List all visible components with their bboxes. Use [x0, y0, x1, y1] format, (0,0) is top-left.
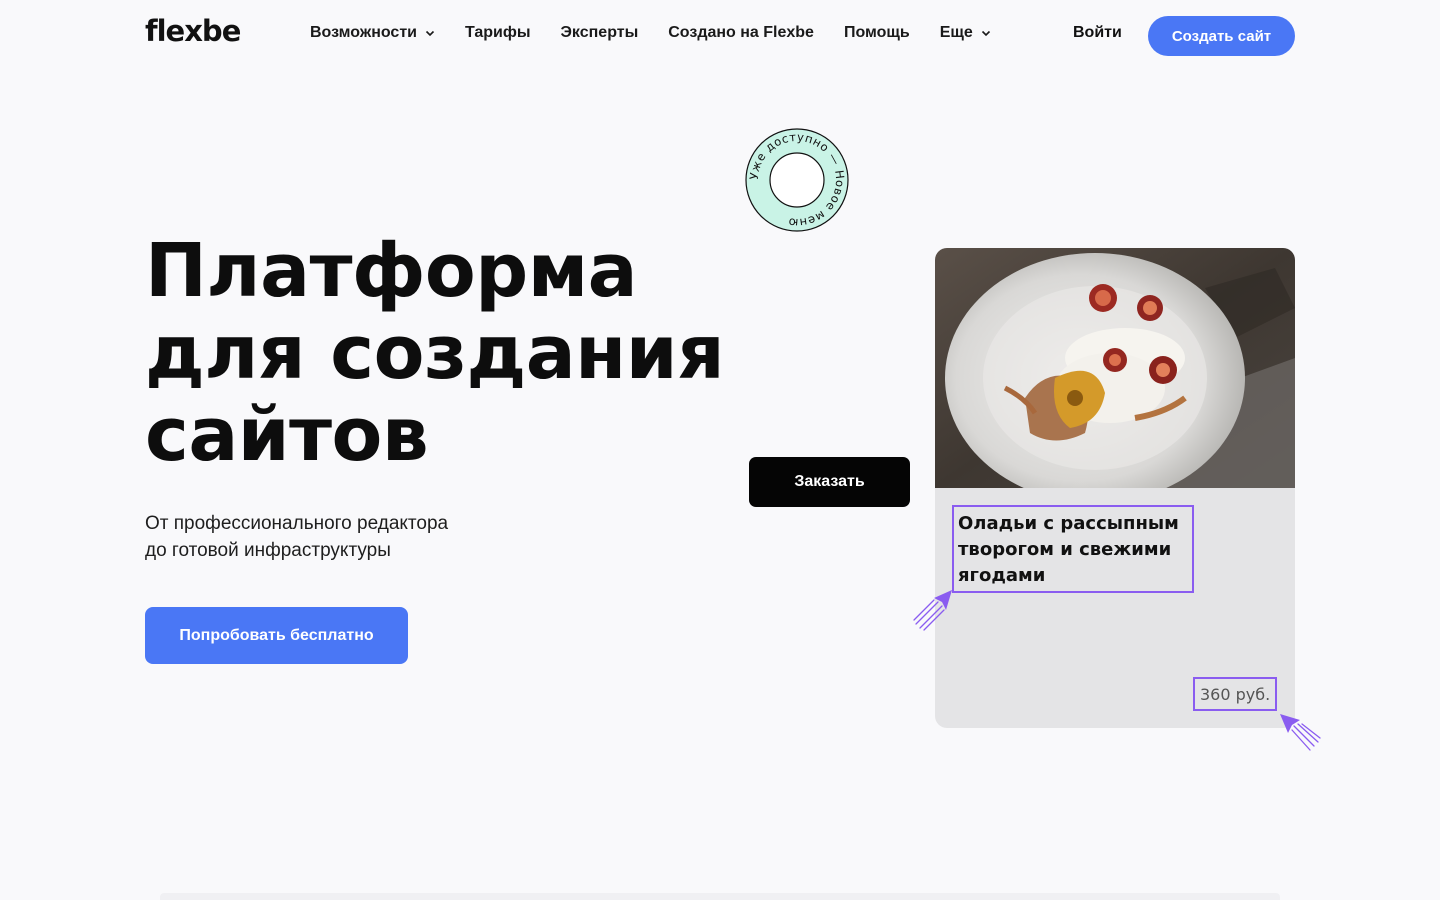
nav-item-more[interactable]: Еще [940, 24, 991, 42]
dish-title-line: Оладьи с рассыпным [958, 513, 1179, 534]
order-button[interactable]: Заказать [749, 457, 910, 507]
nav-item-help[interactable]: Помощь [844, 24, 910, 42]
hero-subtitle: От профессионального редактора до готово… [145, 510, 565, 564]
cursor-arrow-icon [1280, 714, 1321, 751]
nav-item-features[interactable]: Возможности [310, 24, 435, 42]
chevron-down-icon [425, 30, 435, 37]
hero-subtitle-line: до готовой инфраструктуры [145, 540, 391, 561]
main-nav: Возможности Тарифы Эксперты Создано на F… [310, 24, 1021, 42]
dish-title-line: творогом и свежими [958, 539, 1172, 560]
dish-photo [935, 248, 1295, 488]
hero-title: Платформа для создания сайтов [145, 230, 745, 476]
nav-item-label: Тарифы [465, 24, 531, 41]
hero-subtitle-line: От профессионального редактора [145, 513, 449, 534]
nav-item-label: Эксперты [560, 24, 639, 41]
chevron-down-icon [981, 30, 990, 37]
section-divider [160, 893, 1280, 900]
hero-title-line: Платформа [145, 228, 638, 314]
logo[interactable]: flexbe [145, 14, 241, 48]
header: flexbe Возможности Тарифы Эксперты Созда… [0, 0, 1440, 70]
nav-item-label: Помощь [843, 24, 910, 41]
create-site-button[interactable]: Создать сайт [1148, 16, 1295, 56]
nav-item-pricing[interactable]: Тарифы [465, 24, 531, 42]
nav-item-label: Создано на Flexbe [668, 24, 814, 41]
hero-title-line: сайтов [145, 392, 429, 478]
dish-price[interactable]: 360 руб. [1193, 677, 1278, 711]
dish-title[interactable]: Оладьи с рассыпным творогом и свежими яг… [952, 505, 1194, 593]
login-link[interactable]: Войти [1073, 24, 1122, 42]
product-card [935, 248, 1295, 728]
try-free-button[interactable]: Попробовать бесплатно [145, 607, 408, 664]
nav-item-showcase[interactable]: Создано на Flexbe [668, 24, 814, 42]
nav-item-label: Еще [939, 24, 973, 41]
dish-title-line: ягодами [958, 565, 1046, 586]
nav-item-experts[interactable]: Эксперты [561, 24, 639, 42]
new-menu-badge: Уже доступно — Новое меню [745, 128, 849, 232]
cursor-arrow-icon [913, 590, 952, 631]
nav-item-label: Возможности [310, 24, 417, 41]
hero-title-line: для создания [145, 310, 725, 396]
